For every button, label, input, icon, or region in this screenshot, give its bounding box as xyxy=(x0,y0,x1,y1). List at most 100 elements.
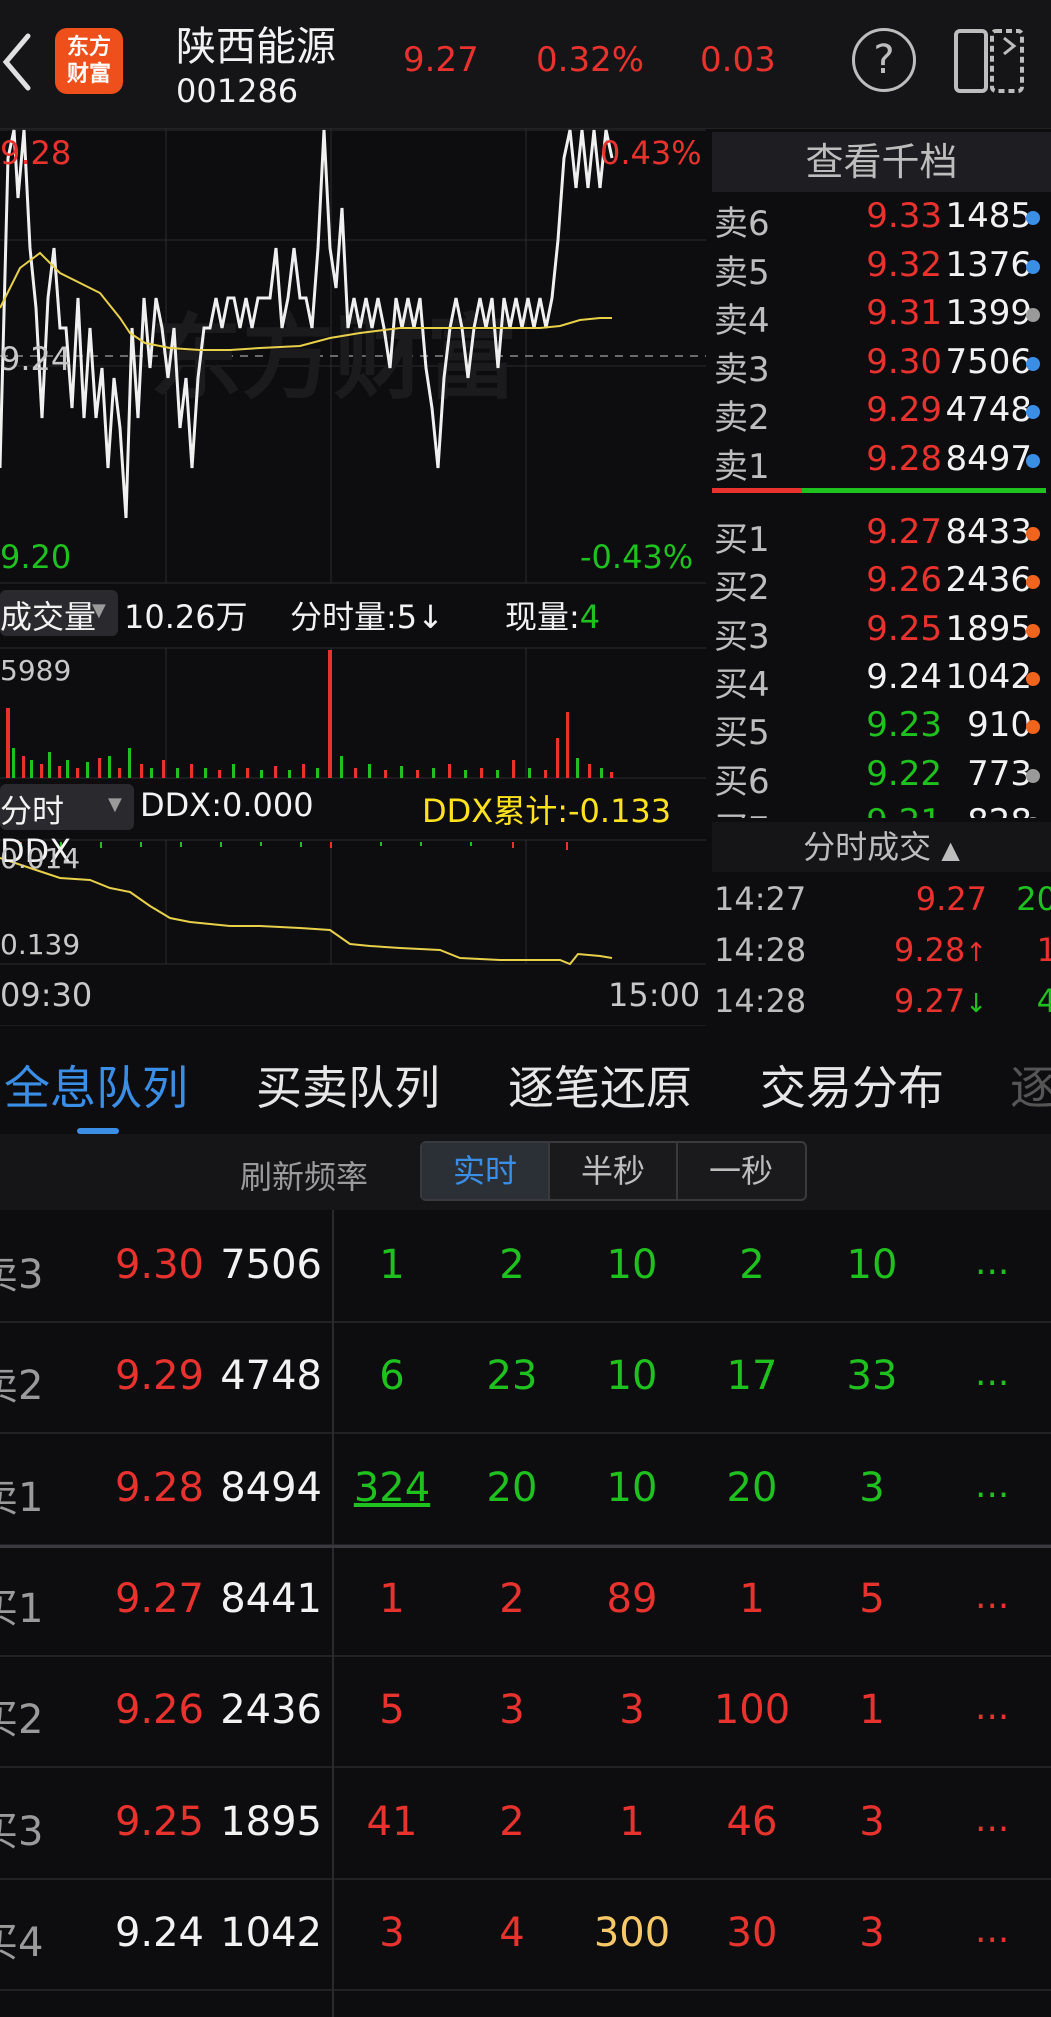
split-layout-icon xyxy=(954,29,1024,93)
tick-trade-row: 14:28 9.28↑ 1 xyxy=(712,931,1051,981)
queue-order-size: 6 xyxy=(379,1353,405,1400)
status-dot-icon xyxy=(1026,720,1040,735)
question-icon: ? xyxy=(873,37,895,83)
dropdown-arrow-icon: ▼ xyxy=(108,794,122,815)
tick-price-value: 9.28 xyxy=(893,931,966,969)
queue-order-size: 2 xyxy=(499,1242,525,1288)
ask-level-row[interactable]: 卖3 9.30 7506 xyxy=(712,342,1051,390)
ask-level-row[interactable]: 卖2 9.29 4748 xyxy=(712,390,1051,438)
queue-level-text: 买2 xyxy=(0,1697,44,1744)
tick-trade-row: 14:28 9.27↓ 4 xyxy=(712,982,1051,1032)
queue-row[interactable]: 卖2 9.29 4748 6 23 10 17 33... xyxy=(0,1321,1051,1435)
more-orders-button[interactable]: ... xyxy=(975,1687,1009,1728)
bid-level-row[interactable]: 买3 9.25 1895 xyxy=(712,609,1051,657)
ddx-value: DDX:0.000 xyxy=(140,786,314,824)
more-orders-button[interactable]: ... xyxy=(975,1576,1009,1617)
price-low-label: 9.20 xyxy=(0,538,72,576)
help-button[interactable]: ? xyxy=(852,28,916,92)
ask-level-price: 9.31 xyxy=(866,293,942,333)
status-dot-icon xyxy=(1026,405,1040,419)
tab-item[interactable]: 逐 xyxy=(1010,1052,1051,1118)
ddx-indicator-selector[interactable]: 分时DDX ▼ xyxy=(0,784,134,870)
more-orders-button[interactable]: ... xyxy=(975,1799,1009,1840)
refresh-option[interactable]: 一秒 xyxy=(678,1143,804,1199)
ask-level-row[interactable]: 卖5 9.32 1376 xyxy=(712,245,1051,293)
queue-row[interactable]: 买3 9.25 1895 41 2 1 46 3... xyxy=(0,1767,1051,1880)
queue-level-label: 卖1 xyxy=(0,1465,50,1523)
tick-time: 14:28 xyxy=(714,982,807,1020)
stock-code: 001286 xyxy=(176,72,299,110)
intraday-chart[interactable]: 东方财富 9.28 9.24 9.20 0.43% -0.43% 成交量 ▼ 1… xyxy=(0,128,706,1026)
queue-order-size: 23 xyxy=(486,1353,538,1400)
tick-volume: 1 xyxy=(1036,931,1051,969)
ask-level-label: 卖5 xyxy=(714,252,770,293)
tab-item[interactable]: 交易分布 xyxy=(760,1052,944,1118)
bid-level-row[interactable]: 买6 9.22 773 xyxy=(712,754,1051,802)
segment-separator xyxy=(676,1143,678,1199)
view-full-depth-button[interactable]: 查看千档 xyxy=(712,132,1051,192)
tab-bar: 全息队列 买卖队列 逐笔还原 交易分布逐 xyxy=(0,1030,1051,1135)
layout-toggle-button[interactable] xyxy=(954,28,1024,94)
queue-order-size: 3 xyxy=(859,1464,885,1511)
queue-level-label: 卖2 xyxy=(0,1353,50,1411)
more-orders-button[interactable]: ... xyxy=(975,1465,1009,1506)
bid-level-row[interactable]: 买4 9.24 1042 xyxy=(712,657,1051,705)
queue-volume: 4748 xyxy=(220,1353,322,1400)
stock-name: 陕西能源 xyxy=(176,24,336,70)
current-volume-label: 现量:4 xyxy=(505,592,600,638)
queue-order-size: 3 xyxy=(859,1909,885,1956)
queue-level-label: 买2 xyxy=(0,1687,50,1745)
tick-trade-row: 14:27 9.27 20 xyxy=(712,880,1051,930)
more-orders-button[interactable]: ... xyxy=(975,1353,1009,1394)
minute-volume-label: 分时量:5↓ xyxy=(290,592,444,638)
tick-trades-header[interactable]: 分时成交 ▲ xyxy=(712,822,1051,872)
more-orders-button[interactable]: ... xyxy=(975,1242,1009,1283)
bid-level-price: 9.25 xyxy=(866,608,942,649)
volume-indicator-selector[interactable]: 成交量 ▼ xyxy=(0,590,118,636)
queue-order-size: 20 xyxy=(486,1464,538,1511)
queue-row[interactable]: 卖3 9.30 7506 1 2 10 2 10... xyxy=(0,1210,1051,1323)
more-orders-button[interactable]: ... xyxy=(975,1910,1009,1951)
ask-level-price: 9.30 xyxy=(866,341,942,382)
change-percent: 0.32% xyxy=(536,40,645,80)
status-dot-icon xyxy=(1026,623,1040,638)
tab-item[interactable]: 买卖队列 xyxy=(256,1052,440,1118)
queue-level-text: 买1 xyxy=(0,1585,44,1632)
tick-volume: 20 xyxy=(1016,880,1051,918)
queue-order-size: 3 xyxy=(619,1687,645,1734)
queue-order-size: 1 xyxy=(619,1798,645,1845)
queue-row[interactable]: 买1 9.27 8441 1 2 89 1 5... xyxy=(0,1544,1051,1657)
queue-level-label: 买4 xyxy=(0,1910,50,1968)
volume-bars xyxy=(6,650,613,778)
tab-item[interactable]: 全息队列 xyxy=(4,1052,188,1118)
tab-item[interactable]: 逐笔还原 xyxy=(508,1052,692,1118)
refresh-option[interactable]: 实时 xyxy=(422,1143,548,1199)
ask-level-volume: 1376 xyxy=(945,244,1032,285)
bid-level-volume: 773 xyxy=(967,753,1032,794)
refresh-option[interactable]: 半秒 xyxy=(550,1143,676,1199)
status-dot-icon xyxy=(1026,671,1040,686)
queue-order-size: 5 xyxy=(379,1687,405,1734)
brand-logo: 东方 财富 xyxy=(55,28,123,94)
queue-row[interactable]: 买4 9.24 1042 3 4 300 30 3... xyxy=(0,1878,1051,1991)
bid-level-row[interactable]: 买5 9.23 910 xyxy=(712,705,1051,753)
queue-order-size[interactable]: 324 xyxy=(347,1465,437,1511)
time-end-label: 15:00 xyxy=(608,976,701,1014)
queue-volume: 1042 xyxy=(220,1909,322,1956)
ask-level-row[interactable]: 卖6 9.33 1485 xyxy=(712,196,1051,244)
ask-level-row[interactable]: 卖4 9.31 1399 xyxy=(712,293,1051,341)
queue-price: 9.29 xyxy=(114,1353,204,1400)
bid-level-price: 9.26 xyxy=(866,560,942,601)
bid-level-row[interactable]: 买1 9.27 8433 xyxy=(712,512,1051,560)
queue-column-divider xyxy=(332,1210,334,2017)
ask-level-row[interactable]: 卖1 9.28 8497 xyxy=(712,439,1051,487)
down-arrow-icon: ↓ xyxy=(417,598,444,636)
back-button[interactable] xyxy=(0,22,40,102)
queue-order-size: 1 xyxy=(379,1575,405,1622)
queue-price: 9.27 xyxy=(114,1575,204,1622)
queue-volume: 8441 xyxy=(220,1575,322,1622)
ask-level-volume: 1485 xyxy=(945,196,1032,236)
bid-level-row[interactable]: 买2 9.26 2436 xyxy=(712,560,1051,608)
queue-row[interactable]: 卖1 9.28 8494 324 20 10 20 3... xyxy=(0,1433,1051,1546)
queue-row[interactable]: 买2 9.26 2436 5 3 3 100 1... xyxy=(0,1655,1051,1769)
